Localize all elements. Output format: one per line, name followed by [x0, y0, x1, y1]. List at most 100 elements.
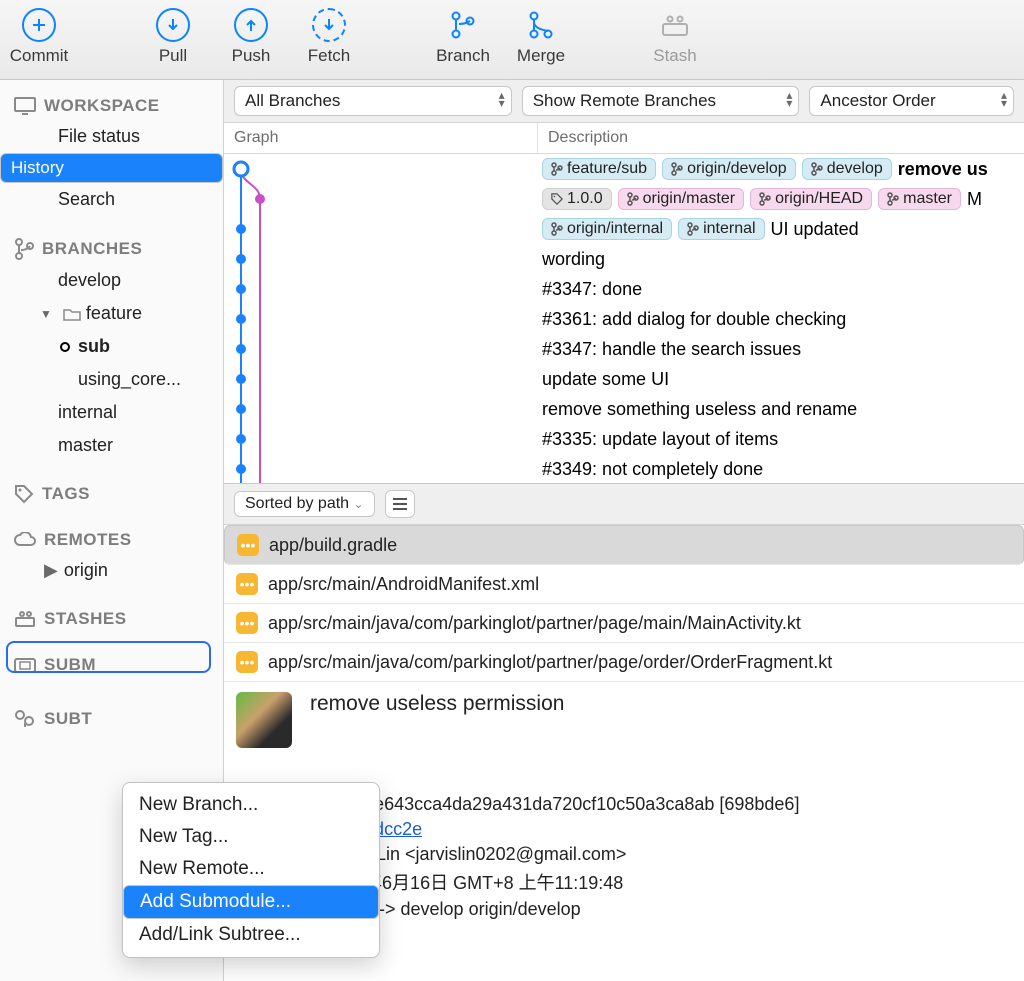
- stash-button[interactable]: Stash: [636, 4, 714, 66]
- list-view-button[interactable]: [385, 490, 415, 518]
- commit-description: remove us: [898, 159, 988, 180]
- ref-tag[interactable]: master: [878, 188, 961, 210]
- commit-labels: HEAD -> develop origin/develop: [324, 899, 1012, 920]
- file-path: app/src/main/java/com/parkinglot/partner…: [268, 652, 832, 673]
- sidebar-item-search[interactable]: Search: [0, 183, 223, 216]
- commit-row[interactable]: update some UI: [538, 364, 1024, 394]
- fetch-button[interactable]: Fetch: [290, 4, 368, 66]
- sidebar-branch-develop[interactable]: develop: [0, 264, 223, 297]
- branches-filter[interactable]: All Branches▴▾: [234, 86, 512, 116]
- sort-bar: Sorted by path ⌄: [224, 484, 1024, 525]
- menu-new-branch[interactable]: New Branch...: [123, 789, 379, 821]
- merge-icon: [524, 8, 558, 42]
- file-status-icon: •••: [236, 612, 258, 634]
- file-status-icon: •••: [236, 573, 258, 595]
- file-status-icon: •••: [237, 534, 259, 556]
- commit-description: #3361: add dialog for double checking: [542, 309, 846, 330]
- updown-icon: ▴▾: [1001, 91, 1007, 107]
- subtree-icon: [14, 709, 36, 729]
- commit-row[interactable]: #3335: update layout of items: [538, 424, 1024, 454]
- list-icon: [392, 498, 408, 510]
- commit-detail: remove useless permission: [224, 682, 1024, 758]
- menu-new-remote[interactable]: New Remote...: [123, 853, 379, 885]
- sidebar-branch-master[interactable]: master: [0, 429, 223, 462]
- toolbar: Commit Pull Push Fetch Branch Merge Stas…: [0, 0, 1024, 80]
- push-button[interactable]: Push: [212, 4, 290, 66]
- commit-description: update some UI: [542, 369, 669, 390]
- ref-tag[interactable]: origin/HEAD: [750, 188, 872, 210]
- commit-row[interactable]: #3349: not completely done: [538, 454, 1024, 483]
- commits-area: feature/sub origin/develop develop remove…: [224, 154, 1024, 484]
- subtrees-header[interactable]: SUBT: [0, 699, 223, 733]
- commit-row[interactable]: feature/sub origin/develop develop remove…: [538, 154, 1024, 184]
- ref-tag[interactable]: feature/sub: [542, 158, 656, 180]
- commit-row[interactable]: origin/internal internal UI updated: [538, 214, 1024, 244]
- sidebar-branch-feature[interactable]: ▼ feature: [0, 297, 223, 330]
- file-status-icon: •••: [236, 651, 258, 673]
- filter-bar: All Branches▴▾ Show Remote Branches▴▾ An…: [224, 80, 1024, 123]
- commit-author: Jarvis Lin <jarvislin0202@gmail.com>: [324, 844, 1012, 865]
- commit-row[interactable]: #3361: add dialog for double checking: [538, 304, 1024, 334]
- commit-row[interactable]: 1.0.0 origin/master origin/HEAD masterM: [538, 184, 1024, 214]
- remotes-header[interactable]: REMOTES: [0, 520, 223, 554]
- ref-tag[interactable]: develop: [802, 158, 892, 180]
- file-path: app/build.gradle: [269, 535, 397, 556]
- stash-icon: [14, 610, 36, 628]
- ref-tag[interactable]: 1.0.0: [542, 188, 612, 210]
- menu-add-submodule[interactable]: Add Submodule...: [123, 885, 379, 919]
- commit-hash: 698bde643cca4da29a431da720cf10c50a3ca8ab…: [324, 794, 1012, 815]
- ref-tag[interactable]: origin/develop: [662, 158, 796, 180]
- sidebar-branch-using-core[interactable]: using_core...: [0, 363, 223, 396]
- commit-row[interactable]: remove something useless and rename: [538, 394, 1024, 424]
- file-row[interactable]: ••• app/src/main/java/com/parkinglot/part…: [224, 604, 1024, 643]
- merge-button[interactable]: Merge: [502, 4, 580, 66]
- workspace-header[interactable]: WORKSPACE: [0, 86, 223, 120]
- menu-add-link-subtree[interactable]: Add/Link Subtree...: [123, 919, 379, 951]
- branches-header[interactable]: BRANCHES: [0, 228, 223, 264]
- description-column: feature/sub origin/develop develop remove…: [538, 154, 1024, 483]
- commit-description: #3347: done: [542, 279, 642, 300]
- file-path: app/src/main/java/com/parkinglot/partner…: [268, 613, 801, 634]
- commit-row[interactable]: #3347: handle the search issues: [538, 334, 1024, 364]
- sidebar-item-filestatus[interactable]: File status: [0, 120, 223, 153]
- cloud-icon: [14, 532, 36, 548]
- sidebar-remote-origin[interactable]: ▶origin: [0, 554, 223, 587]
- monitor-icon: [14, 97, 36, 115]
- col-graph[interactable]: Graph: [224, 123, 538, 153]
- column-header: Graph Description: [224, 123, 1024, 154]
- commit-message: remove useless permission: [310, 692, 564, 748]
- order-filter[interactable]: Ancestor Order▴▾: [809, 86, 1014, 116]
- commit-description: #3349: not completely done: [542, 459, 763, 480]
- ref-tag[interactable]: internal: [678, 218, 764, 240]
- avatar: [236, 692, 292, 748]
- sort-dropdown[interactable]: Sorted by path ⌄: [234, 491, 375, 517]
- arrow-down-icon: [156, 8, 190, 42]
- file-row[interactable]: •••app/src/main/AndroidManifest.xml: [224, 565, 1024, 604]
- menu-new-tag[interactable]: New Tag...: [123, 821, 379, 853]
- sidebar-item-history[interactable]: History: [0, 153, 223, 183]
- sidebar-branch-sub[interactable]: sub: [0, 330, 223, 363]
- file-row[interactable]: ••• app/build.gradle: [224, 525, 1024, 565]
- commit-description: #3347: handle the search issues: [542, 339, 801, 360]
- sidebar-branch-internal[interactable]: internal: [0, 396, 223, 429]
- ref-tag[interactable]: origin/internal: [542, 218, 672, 240]
- commit-description: #3335: update layout of items: [542, 429, 778, 450]
- files-list: ••• app/build.gradle •••app/src/main/Andro…: [224, 525, 1024, 682]
- pull-button[interactable]: Pull: [134, 4, 212, 66]
- remote-filter[interactable]: Show Remote Branches▴▾: [522, 86, 800, 116]
- tags-header[interactable]: TAGS: [0, 474, 223, 508]
- submodules-header[interactable]: SUBM: [0, 645, 223, 679]
- ref-tag[interactable]: origin/master: [618, 188, 744, 210]
- file-row[interactable]: ••• app/src/main/java/com/parkinglot/part…: [224, 643, 1024, 682]
- commit-description: UI updated: [771, 219, 859, 240]
- commit-row[interactable]: #3347: done: [538, 274, 1024, 304]
- commit-row[interactable]: wording: [538, 244, 1024, 274]
- branch-icon: [446, 8, 480, 42]
- stashes-header[interactable]: STASHES: [0, 599, 223, 633]
- current-branch-icon: [60, 342, 70, 352]
- commit-button[interactable]: Commit: [0, 4, 78, 66]
- branch-button[interactable]: Branch: [424, 4, 502, 66]
- stash-icon: [658, 8, 692, 42]
- col-description[interactable]: Description: [538, 123, 1024, 153]
- arrow-up-icon: [234, 8, 268, 42]
